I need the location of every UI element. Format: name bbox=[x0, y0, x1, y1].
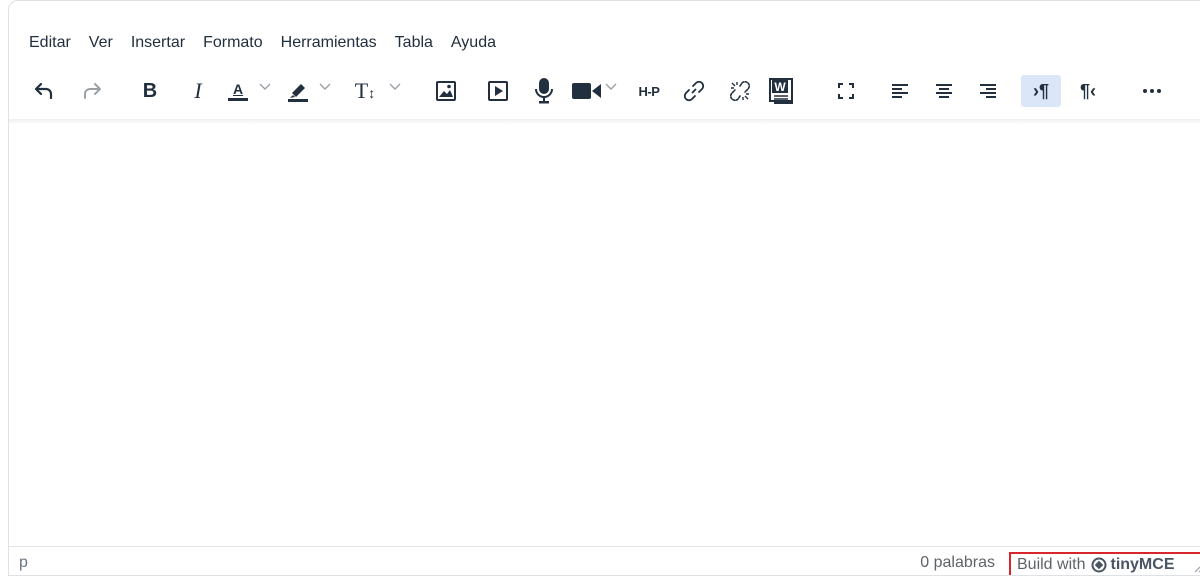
menu-ayuda[interactable]: Ayuda bbox=[449, 32, 498, 54]
toolbar: B I A T↕ H-P W ›¶ ¶‹ bbox=[9, 71, 1200, 111]
bold-button[interactable]: B bbox=[137, 75, 163, 107]
link-icon bbox=[683, 80, 705, 102]
h5p-button[interactable]: H-P bbox=[631, 75, 667, 107]
more-icon bbox=[1143, 89, 1161, 93]
unlink-button[interactable] bbox=[725, 75, 755, 107]
play-icon bbox=[488, 81, 508, 101]
align-center-icon bbox=[936, 84, 952, 98]
ltr-button[interactable]: ›¶ bbox=[1021, 75, 1061, 107]
rtl-button[interactable]: ¶‹ bbox=[1071, 75, 1105, 107]
branding-link[interactable]: Build with tinyMCE bbox=[1009, 552, 1200, 575]
chevron-down-icon[interactable] bbox=[389, 83, 401, 91]
text-size-icon: T↕ bbox=[354, 78, 376, 103]
italic-button[interactable]: I bbox=[185, 75, 211, 107]
ltr-icon: ›¶ bbox=[1032, 80, 1049, 101]
highlight-color-button[interactable] bbox=[283, 75, 313, 107]
align-left-button[interactable] bbox=[885, 75, 915, 107]
paste-from-word-button[interactable]: W bbox=[765, 75, 799, 107]
menu-herramientas[interactable]: Herramientas bbox=[279, 32, 379, 54]
text-color-button[interactable]: A bbox=[223, 75, 253, 107]
branding-product: tinyMCE bbox=[1110, 556, 1175, 573]
redo-icon bbox=[84, 83, 101, 99]
resize-handle-icon[interactable] bbox=[1193, 563, 1200, 573]
text-color-icon: A bbox=[232, 81, 244, 97]
align-right-button[interactable] bbox=[973, 75, 1003, 107]
tinymce-logo-icon bbox=[1091, 557, 1107, 573]
menu-formato[interactable]: Formato bbox=[201, 32, 265, 54]
text-color-swatch bbox=[228, 98, 248, 101]
word-count[interactable]: 0 palabras bbox=[920, 554, 995, 572]
align-right-icon bbox=[980, 84, 996, 98]
chevron-down-icon[interactable] bbox=[259, 83, 271, 91]
align-center-button[interactable] bbox=[929, 75, 959, 107]
bold-icon: B bbox=[142, 79, 158, 102]
rtl-icon: ¶‹ bbox=[1079, 80, 1096, 101]
highlight-swatch bbox=[288, 98, 308, 102]
font-size-button[interactable]: T↕ bbox=[347, 75, 383, 107]
element-path[interactable]: p bbox=[19, 554, 28, 572]
fullscreen-icon bbox=[838, 83, 854, 99]
rich-text-editor: Editar Ver Insertar Formato Herramientas… bbox=[8, 0, 1200, 576]
editor-content-area[interactable] bbox=[9, 123, 1200, 548]
menu-ver[interactable]: Ver bbox=[87, 32, 115, 54]
record-video-button[interactable] bbox=[569, 75, 605, 107]
video-camera-icon bbox=[572, 83, 601, 99]
word-icon: W bbox=[769, 78, 793, 104]
media-button[interactable] bbox=[483, 75, 513, 107]
word-label: W bbox=[774, 80, 786, 94]
chevron-down-icon[interactable] bbox=[605, 83, 617, 91]
more-button[interactable] bbox=[1135, 75, 1169, 107]
highlighter-icon bbox=[290, 83, 305, 98]
image-button[interactable] bbox=[431, 75, 461, 107]
microphone-icon bbox=[535, 78, 553, 104]
menu-tabla[interactable]: Tabla bbox=[393, 32, 435, 54]
image-icon bbox=[436, 81, 456, 101]
menu-editar[interactable]: Editar bbox=[27, 32, 73, 54]
redo-button[interactable] bbox=[77, 75, 107, 107]
fullscreen-button[interactable] bbox=[831, 75, 861, 107]
statusbar: p 0 palabras Build with tinyMCE bbox=[9, 546, 1200, 575]
link-button[interactable] bbox=[679, 75, 709, 107]
undo-icon bbox=[34, 82, 53, 100]
menu-insertar[interactable]: Insertar bbox=[129, 32, 187, 54]
align-left-icon bbox=[892, 84, 908, 98]
italic-icon: I bbox=[194, 78, 202, 103]
tinymce-logo: tinyMCE bbox=[1091, 556, 1174, 574]
unlink-icon bbox=[729, 80, 751, 102]
chevron-down-icon[interactable] bbox=[319, 83, 331, 91]
menubar: Editar Ver Insertar Formato Herramientas… bbox=[9, 29, 512, 57]
undo-button[interactable] bbox=[29, 75, 59, 107]
h5p-icon: H-P bbox=[638, 83, 660, 99]
record-audio-button[interactable] bbox=[529, 75, 559, 107]
branding-prefix: Build with bbox=[1017, 556, 1086, 573]
